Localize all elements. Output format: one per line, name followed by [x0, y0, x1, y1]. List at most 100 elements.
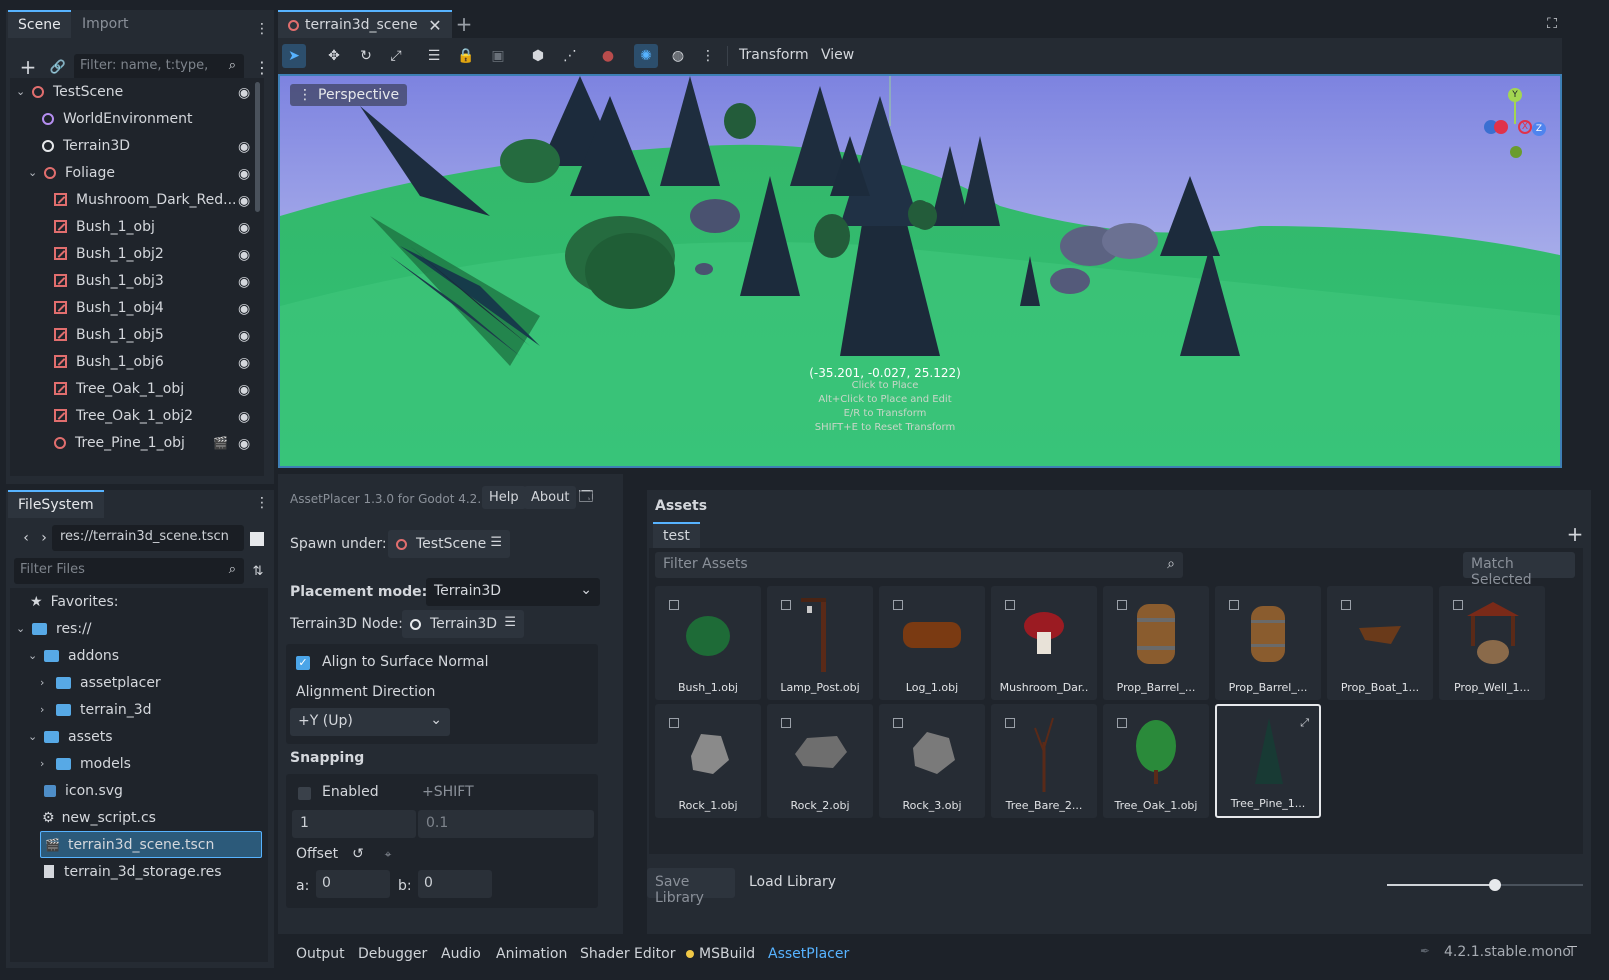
tree-row[interactable]: ⌄ Foliage ◉: [10, 159, 264, 186]
tab-scene[interactable]: Scene: [8, 10, 71, 38]
load-library-button[interactable]: Load Library: [741, 868, 844, 898]
tab-shader-editor[interactable]: Shader Editor: [580, 946, 675, 962]
view-gizmo[interactable]: Y X Z: [1480, 88, 1550, 158]
asset-tile[interactable]: Bush_1.obj: [655, 586, 761, 700]
offset-a-input[interactable]: 0: [316, 870, 390, 898]
eye-icon[interactable]: ◉: [238, 193, 252, 209]
tab-animation[interactable]: Animation: [496, 946, 567, 962]
asset-tile[interactable]: Prop_Barrel_...: [1215, 586, 1321, 700]
asset-tile[interactable]: Rock_3.obj: [879, 704, 985, 818]
expand-panel-icon[interactable]: ⊤: [1566, 944, 1578, 960]
asset-tile[interactable]: Prop_Well_1...: [1439, 586, 1545, 700]
eye-icon[interactable]: ◉: [238, 328, 252, 344]
view-menu[interactable]: View: [821, 47, 854, 63]
z-axis-icon[interactable]: Z: [1532, 122, 1546, 136]
reset-icon[interactable]: ↺: [346, 842, 370, 866]
window-icon[interactable]: 🗔: [574, 486, 598, 510]
asset-tile-selected[interactable]: ⤢ Tree_Pine_1...: [1215, 704, 1321, 818]
dock-menu-icon[interactable]: ⋮: [255, 20, 269, 38]
spawn-under-picker[interactable]: TestScene ☰: [388, 530, 510, 558]
about-button[interactable]: About: [524, 486, 577, 509]
placement-mode-select[interactable]: Terrain3D ⌄: [426, 578, 600, 606]
dock-menu-icon[interactable]: ⋮: [255, 494, 269, 512]
tree-row[interactable]: Bush_1_obj4 ◉: [10, 294, 264, 321]
asset-tile[interactable]: Tree_Oak_1.obj: [1103, 704, 1209, 818]
asset-tile[interactable]: Mushroom_Dar..: [991, 586, 1097, 700]
snap-icon[interactable]: ⋰: [558, 44, 582, 68]
eye-icon[interactable]: ◉: [238, 220, 252, 236]
fullscreen-icon[interactable]: ⛶: [1540, 12, 1564, 36]
environment-preview-icon[interactable]: ◍: [666, 44, 690, 68]
split-view-icon[interactable]: [250, 532, 264, 546]
eye-icon[interactable]: ◉: [238, 382, 252, 398]
list-item[interactable]: › assetplacer: [10, 669, 268, 696]
files-filter-input[interactable]: Filter Files ⌕: [14, 558, 244, 584]
match-selected-button[interactable]: Match Selected: [1463, 552, 1575, 588]
more-icon[interactable]: ⋮: [696, 44, 720, 68]
list-item[interactable]: ★ Favorites:: [10, 588, 268, 615]
add-tab-icon[interactable]: +: [452, 12, 476, 36]
edit-icon[interactable]: ⤢: [1300, 716, 1309, 730]
list-item[interactable]: terrain_3d_storage.res: [10, 858, 268, 885]
eye-icon[interactable]: ◉: [238, 139, 252, 155]
perspective-menu[interactable]: ⋮ Perspective: [290, 84, 408, 106]
list-select-icon[interactable]: ☰: [422, 44, 446, 68]
tree-row[interactable]: Mushroom_Dark_Red... ◉: [10, 186, 264, 213]
help-button[interactable]: Help: [482, 486, 526, 509]
asset-tile[interactable]: Prop_Barrel_...: [1103, 586, 1209, 700]
eye-icon[interactable]: ◉: [238, 85, 252, 101]
tree-row[interactable]: Bush_1_obj3 ◉: [10, 267, 264, 294]
tree-row[interactable]: Bush_1_obj ◉: [10, 213, 264, 240]
snap-step-input[interactable]: 1: [292, 810, 416, 838]
tree-row[interactable]: Tree_Oak_1_obj ◉: [10, 375, 264, 402]
tree-row[interactable]: Terrain3D ◉: [10, 132, 264, 159]
list-item[interactable]: ⌄ addons: [10, 642, 268, 669]
transform-menu[interactable]: Transform: [739, 47, 809, 63]
tree-row[interactable]: Tree_Pine_1_obj 🎬 ◉: [10, 429, 264, 456]
lock-icon[interactable]: 🔒: [454, 44, 478, 68]
eye-icon[interactable]: ◉: [238, 274, 252, 290]
list-item-selected[interactable]: 🎬 terrain3d_scene.tscn: [40, 831, 262, 858]
tree-row[interactable]: Bush_1_obj6 ◉: [10, 348, 264, 375]
move-tool-icon[interactable]: ✥: [322, 44, 346, 68]
scene-scrollbar[interactable]: [255, 82, 260, 212]
crosshair-icon[interactable]: ⌖: [376, 842, 400, 866]
sun-preview-icon[interactable]: ✺: [634, 44, 658, 68]
eye-icon[interactable]: ◉: [238, 301, 252, 317]
eye-icon[interactable]: ◉: [238, 247, 252, 263]
group-icon[interactable]: ▣: [486, 44, 510, 68]
asset-tile[interactable]: Rock_2.obj: [767, 704, 873, 818]
tree-row[interactable]: Bush_1_obj2 ◉: [10, 240, 264, 267]
list-icon[interactable]: ☰: [504, 615, 516, 630]
terrain-node-picker[interactable]: Terrain3D ☰: [402, 610, 524, 638]
list-item[interactable]: ⌄ assets: [10, 723, 268, 750]
list-icon[interactable]: ☰: [490, 535, 502, 550]
eye-icon[interactable]: ◉: [238, 166, 252, 182]
list-item[interactable]: ⌄ res://: [10, 615, 268, 642]
tab-audio[interactable]: Audio: [441, 946, 481, 962]
path-field[interactable]: res://terrain3d_scene.tscn: [52, 525, 244, 551]
snap-enabled-checkbox[interactable]: [298, 787, 311, 800]
tab-debugger[interactable]: Debugger: [358, 946, 427, 962]
save-library-button[interactable]: Save Library: [647, 868, 735, 906]
offset-b-input[interactable]: 0: [418, 870, 492, 898]
close-icon[interactable]: ✕: [428, 16, 441, 35]
thumb-size-slider[interactable]: [1387, 879, 1583, 891]
scene-filter-input[interactable]: Filter: name, t:type, ⌕: [74, 54, 244, 80]
tab-library-test[interactable]: test: [653, 522, 700, 548]
align-checkbox[interactable]: ✓: [296, 656, 310, 670]
asset-tile[interactable]: Prop_Boat_1...: [1327, 586, 1433, 700]
select-tool-icon[interactable]: ➤: [282, 44, 306, 68]
eye-icon[interactable]: ◉: [238, 355, 252, 371]
tree-row[interactable]: Bush_1_obj5 ◉: [10, 321, 264, 348]
camera-icon[interactable]: ●: [596, 44, 620, 68]
list-item[interactable]: ⚙ new_script.cs: [10, 804, 268, 831]
list-item[interactable]: › terrain_3d: [10, 696, 268, 723]
viewport-3d[interactable]: ⋮ Perspective Y X Z (-35.201, -0.027, 25.…: [278, 74, 1562, 468]
filter-menu-icon[interactable]: ⋮: [250, 55, 274, 79]
clapperboard-icon[interactable]: 🎬: [213, 436, 228, 450]
neg-y-axis-icon[interactable]: [1510, 146, 1522, 158]
y-axis-icon[interactable]: Y: [1508, 88, 1522, 102]
list-item[interactable]: icon.svg: [10, 777, 268, 804]
neg-x-axis-icon[interactable]: [1494, 120, 1508, 134]
